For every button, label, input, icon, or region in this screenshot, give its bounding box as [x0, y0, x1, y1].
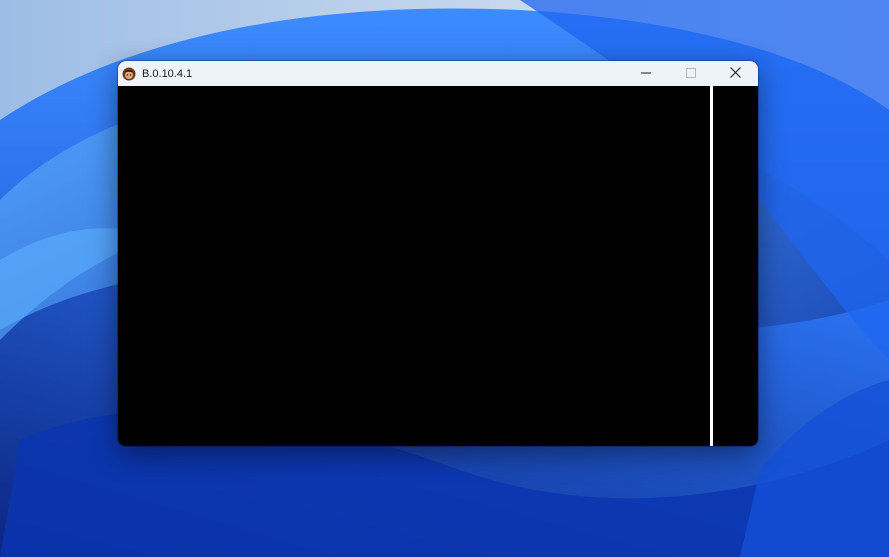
- vertical-divider: [710, 86, 713, 446]
- maximize-icon: [685, 65, 696, 83]
- minimize-button[interactable]: [623, 61, 668, 86]
- close-button[interactable]: [713, 61, 758, 86]
- title-bar[interactable]: B.0.10.4.1: [118, 61, 758, 86]
- minimize-icon: [640, 65, 651, 83]
- close-icon: [730, 65, 741, 83]
- app-window: B.0.10.4.1: [118, 61, 758, 446]
- window-title: B.0.10.4.1: [142, 67, 193, 80]
- app-character-icon: [122, 67, 136, 81]
- client-area[interactable]: [118, 86, 758, 446]
- maximize-button[interactable]: [668, 61, 713, 86]
- desktop: B.0.10.4.1: [0, 0, 889, 557]
- window-controls: [623, 61, 758, 86]
